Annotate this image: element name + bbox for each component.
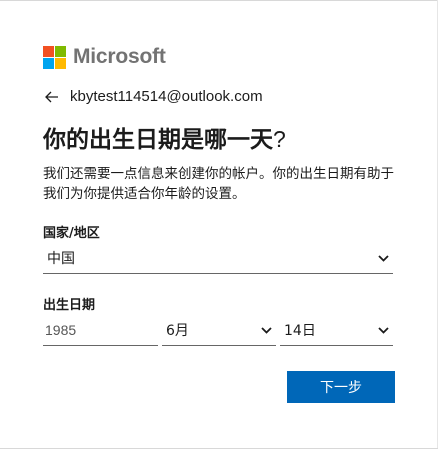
top-divider [0,0,438,1]
identity-banner: kbytest114514@outlook.com [44,88,263,105]
logo-square-red [43,45,54,57]
identity-email: kbytest114514@outlook.com [70,88,263,105]
birth-month-value: 6月 [166,323,189,339]
birth-month-select[interactable]: 6月 [162,315,276,346]
arrow-left-icon[interactable] [44,89,60,105]
logo-square-blue [43,57,54,69]
signup-page: Microsoft kbytest114514@outlook.com 你的出生… [0,0,438,449]
birth-day-value: 14日 [284,323,316,339]
page-title-text: 你的出生日期是哪一天 [43,127,273,153]
birthdate-label: 出生日期 [43,298,96,313]
microsoft-logo-icon [43,45,66,69]
logo-square-green [55,45,66,57]
chevron-down-icon [377,324,389,336]
microsoft-logo: Microsoft [43,45,166,69]
next-button[interactable]: 下一步 [287,371,395,403]
page-description: 我们还需要一点信息来创建你的帐户。你的出生日期有助于我们为你提供适合你年龄的设置… [43,166,394,202]
page-title: 你的出生日期是哪一天? [43,120,286,154]
logo-square-yellow [55,57,66,69]
birth-day-select[interactable]: 14日 [280,315,393,346]
country-label: 国家/地区 [43,226,100,241]
country-select[interactable]: 中国 [43,243,393,274]
birth-year-value: 1985 [45,322,77,338]
logo-text: Microsoft [73,45,166,68]
chevron-down-icon [377,252,389,264]
page-title-question-mark: ? [273,126,286,152]
birth-year-input[interactable]: 1985 [43,315,158,346]
chevron-down-icon [260,324,272,336]
country-select-value: 中国 [47,251,75,267]
